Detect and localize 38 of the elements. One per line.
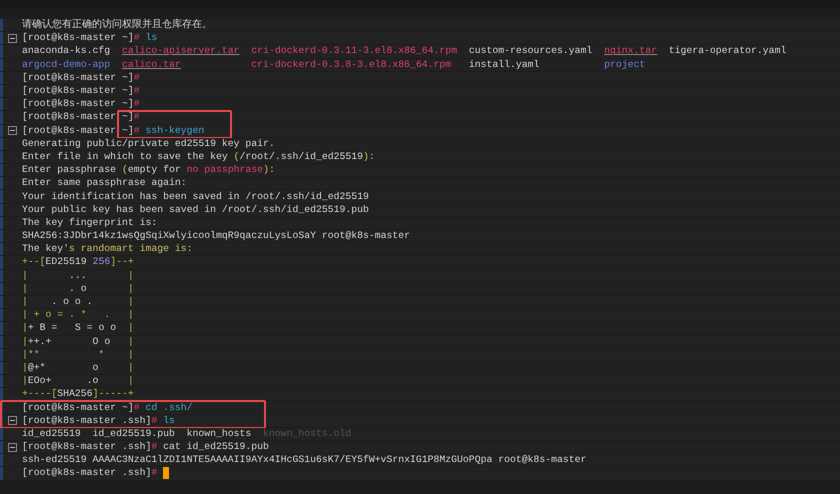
terminal-line: Your public key has been saved in /root/.ssh/id_ed25519.pub (22, 204, 369, 216)
terminal-line: Generating public/private ed25519 key pair. (22, 138, 275, 150)
terminal-line: SHA256:3JDbr14kz1wsQgSqiXwlyicoolmqR9qaczuLysLoSaY root@k8s-master (22, 230, 410, 242)
terminal-line: The key fingerprint is: (22, 216, 158, 229)
collapse-icon[interactable] (8, 34, 17, 43)
terminal-line: ssh-ed25519 AAAAC3NzaC1lZDI1NTE5AAAAII9AYx4IHcGS1u6sK7/EY5fW+vSrnxIG1P8MzGUoPQpa root@k8s-master (22, 454, 586, 466)
collapse-icon[interactable] (8, 126, 17, 136)
terminal-line: |+ B = S = o o | (22, 322, 134, 334)
collapse-icon[interactable] (8, 442, 17, 452)
terminal-line: [root@k8s-master ~]# (22, 72, 140, 84)
terminal-line: | ... | (22, 270, 134, 282)
terminal-line: |** * | (22, 348, 134, 361)
terminal-line: [root@k8s-master .ssh]# (22, 467, 158, 480)
terminal-line: anaconda-ks.cfg calico-apiserver.tar cri-dockerd-0.3.11-3.el8.x86_64.rpm custom-resources.yaml nginx.tar tigera-operator.yaml (22, 45, 786, 58)
terminal-line: The key's randomart image is: (22, 243, 192, 256)
terminal-line: Your identification has been saved in /root/.ssh/id_ed25519 (22, 190, 369, 203)
terminal-line: |EOo+ .o | (22, 375, 134, 388)
terminal-line: |++.+ O o | (22, 336, 134, 348)
terminal-line: Enter file in which to save the key (/root/.ssh/id_ed25519): (22, 150, 375, 163)
terminal-line: [root@k8s-master .ssh]# cat id_ed25519.pub (22, 441, 269, 454)
terminal-line: Enter passphrase (empty for no passphrase): (22, 164, 275, 176)
terminal-line: argocd-demo-app calico.tar cri-dockerd-0.3.8-3.el8.x86_64.rpm install.yaml project (22, 58, 646, 71)
terminal-line: [root@k8s-master ~]# (22, 111, 140, 124)
terminal-line: +----[SHA256]-----+ (22, 388, 134, 400)
terminal-line: [root@k8s-master ~]# ls (22, 32, 158, 44)
terminal-line: [root@k8s-master ~]# (22, 98, 140, 110)
terminal-line: | . o o . | (22, 296, 134, 308)
terminal-line: | + o = . * . | (22, 309, 134, 322)
collapse-icon[interactable] (8, 416, 17, 426)
terminal-line: Enter same passphrase again: (22, 177, 187, 190)
terminal-line: | . o | (22, 282, 134, 295)
terminal-line: 请确认您有正确的访问权限并且仓库存在。 (22, 19, 212, 32)
terminal-line: [root@k8s-master ~]# (22, 85, 140, 98)
terminal-line: +--[ED25519 256]--+ (22, 256, 134, 268)
terminal-line: [root@k8s-master ~]# cd .ssh/ (22, 402, 193, 414)
terminal-line: [root@k8s-master ~]# ssh-keygen (22, 124, 204, 137)
terminal-line: [root@k8s-master .ssh]# ls (22, 414, 175, 427)
terminal-line: |@+* o | (22, 362, 134, 374)
